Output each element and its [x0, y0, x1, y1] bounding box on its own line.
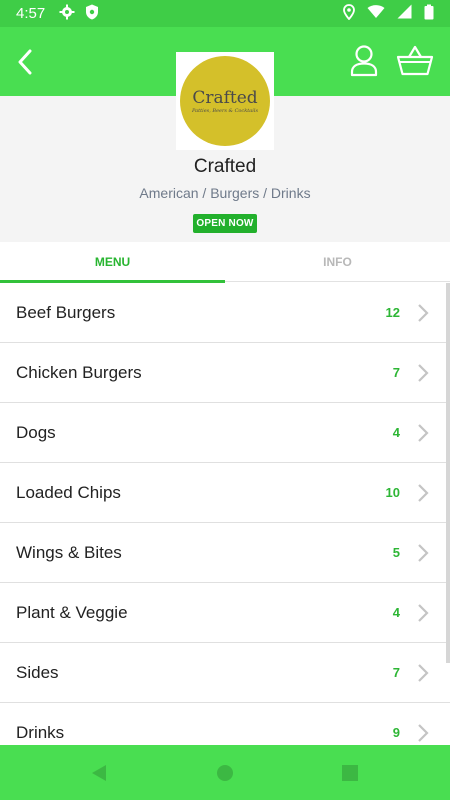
nav-back-icon[interactable] [90, 764, 108, 782]
chevron-right-icon [418, 723, 429, 742]
logo-text: Crafted [192, 87, 258, 108]
chevron-right-icon [418, 363, 429, 382]
category-label: Wings & Bites [16, 542, 122, 562]
chevron-right-icon [418, 663, 429, 682]
status-bar: 4:57 [0, 0, 450, 27]
category-count: 7 [392, 665, 400, 680]
category-count: 10 [385, 485, 400, 500]
battery-icon [424, 4, 434, 24]
status-time: 4:57 [16, 5, 46, 22]
menu-category-row[interactable]: Loaded Chips 10 [0, 463, 450, 523]
tab-info[interactable]: INFO [225, 242, 450, 282]
category-label: Drinks [16, 722, 65, 742]
menu-category-row[interactable]: Chicken Burgers 7 [0, 343, 450, 403]
category-label: Chicken Burgers [16, 362, 142, 382]
menu-category-row[interactable]: Plant & Veggie 4 [0, 583, 450, 643]
chevron-right-icon [418, 303, 429, 322]
menu-category-row[interactable]: Sides 7 [0, 643, 450, 703]
location-icon [343, 3, 355, 24]
scrollbar[interactable] [446, 283, 450, 663]
logo-tagline: Patties, Beers & Cocktails [191, 107, 259, 114]
account-icon[interactable] [348, 44, 380, 78]
chevron-right-icon [418, 543, 429, 562]
category-count: 5 [392, 545, 400, 560]
nav-recents-icon[interactable] [341, 764, 359, 782]
back-arrow-icon[interactable] [10, 45, 40, 79]
category-label: Beef Burgers [16, 302, 116, 322]
wifi-icon [367, 4, 385, 23]
basket-icon[interactable] [396, 44, 434, 78]
menu-category-row[interactable]: Drinks 9 [0, 703, 450, 745]
tab-menu[interactable]: MENU [0, 242, 225, 283]
category-count: 7 [392, 365, 400, 380]
menu-category-list: Beef Burgers 12 Chicken Burgers 7 Dogs 4… [0, 283, 450, 745]
nav-home-icon[interactable] [216, 764, 234, 782]
category-label: Dogs [16, 422, 56, 442]
category-count: 9 [392, 725, 400, 740]
signal-icon [397, 4, 412, 23]
category-count: 12 [385, 305, 400, 320]
chevron-right-icon [418, 483, 429, 502]
category-count: 4 [392, 425, 400, 440]
shield-icon [85, 4, 99, 24]
menu-category-row[interactable]: Wings & Bites 5 [0, 523, 450, 583]
chevron-right-icon [418, 603, 429, 622]
settings-icon [59, 4, 75, 24]
restaurant-cuisine: American / Burgers / Drinks [139, 185, 311, 201]
menu-category-row[interactable]: Dogs 4 [0, 403, 450, 463]
category-label: Plant & Veggie [16, 602, 128, 622]
category-label: Loaded Chips [16, 482, 121, 502]
category-label: Sides [16, 662, 59, 682]
restaurant-name: Crafted [193, 156, 257, 177]
system-nav-bar [0, 745, 450, 800]
chevron-right-icon [418, 423, 429, 442]
tab-bar: MENU INFO [0, 242, 450, 283]
restaurant-logo: Crafted Patties, Beers & Cocktails [176, 52, 274, 150]
menu-category-row[interactable]: Beef Burgers 12 [0, 283, 450, 343]
category-count: 4 [392, 605, 400, 620]
status-badge: OPEN NOW [193, 214, 257, 233]
